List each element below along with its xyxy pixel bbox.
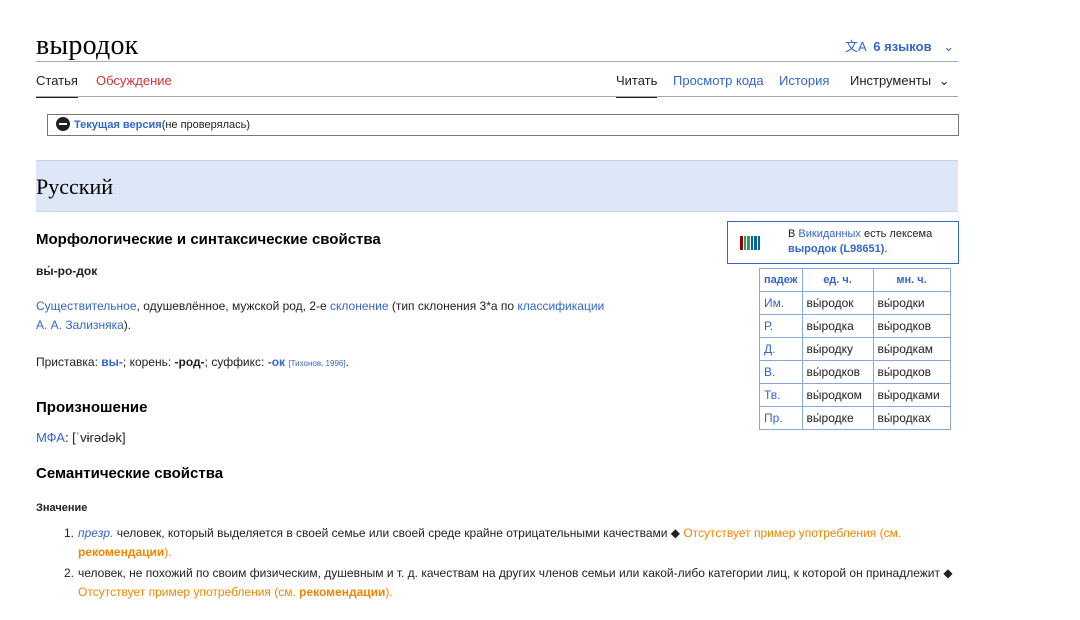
table-cell: вы́родки [872,291,951,315]
morpheme-line: Приставка: вы-; корень: -род-; суффикс: … [36,355,349,369]
tab-article[interactable]: Статья [36,74,78,98]
header-singular[interactable]: ед. ч. [801,268,874,292]
semantic-heading: Семантические свойства [36,465,224,482]
table-cell: вы́родках [872,406,951,430]
list-item: 1. презр. человек, который выделяется в … [64,526,902,559]
morphology-description: Существительное, одушевлённое, мужской р… [36,299,605,332]
wikidata-link[interactable]: Викиданных [798,228,861,240]
missing-example-link[interactable]: Отсутствует пример употребления (см. [78,585,299,599]
pos-link[interactable]: Существительное [36,299,137,313]
meanings-list: 1. презр. человек, который выделяется в … [36,524,966,602]
table-row: Д. вы́родку вы́родкам [759,337,951,361]
page-tabs: Статья Обсуждение Читать Просмотр кода И… [36,74,958,98]
ipa-line: МФА: [ˈvɨrədək] [36,428,126,447]
minus-circle-icon [56,117,70,132]
table-row: Пр. вы́родке вы́родках [759,406,951,430]
tab-discussion[interactable]: Обсуждение [96,74,172,96]
translate-icon: 文A [845,39,867,54]
table-cell: вы́родков [872,314,951,338]
source-link[interactable]: [Тихонов, 1996] [288,359,345,368]
table-header-row: падеж ед. ч. мн. ч. [759,268,951,292]
table-row: Им. вы́родок вы́родки [759,291,951,315]
table-cell: вы́родке [801,406,874,430]
meaning-heading: Значение [36,502,88,514]
declension-link[interactable]: склонение [330,299,389,313]
case-link[interactable]: В. [759,360,803,384]
tools-label: Инструменты [850,73,932,88]
version-box: Текущая версия(не проверялась) [47,114,959,136]
table-row: Тв. вы́родком вы́родками [759,383,951,407]
wikidata-barcode-icon [740,236,764,250]
declension-table: падеж ед. ч. мн. ч. Им. вы́родок вы́родк… [759,268,951,430]
header-case[interactable]: падеж [759,268,803,292]
table-row: В. вы́родков вы́родков [759,360,951,384]
table-row: Р. вы́родка вы́родков [759,314,951,338]
table-cell: вы́родков [872,360,951,384]
zaliznyak-link[interactable]: А. А. Зализняка [36,318,124,332]
table-cell: вы́родков [801,360,874,384]
recommendations-link[interactable]: рекомендации [78,545,164,559]
label-link[interactable]: презр. [78,526,113,540]
ipa-value: : [ˈvɨrədək] [64,430,126,445]
suffix-link[interactable]: -ок [268,355,285,369]
languages-button[interactable]: 文A 6 языков ⌄ [845,36,954,55]
chevron-down-icon: ⌄ [938,73,950,88]
lexeme-link[interactable]: выродок (L98651) [788,243,884,255]
root: -род- [174,355,205,369]
tab-tools[interactable]: Инструменты ⌄ [850,74,950,96]
case-link[interactable]: Им. [759,291,803,315]
version-status: (не проверялась) [161,119,251,131]
table-cell: вы́родком [801,383,874,407]
language-header: Русский [36,160,958,212]
chevron-down-icon: ⌄ [943,39,955,54]
classification-link[interactable]: классификации [517,299,604,313]
list-item: 2. человек, не похожий по своим физическ… [64,566,953,599]
pronunciation-heading: Произношение [36,399,148,416]
tab-history[interactable]: История [779,74,829,96]
recommendations-link[interactable]: рекомендации [299,585,385,599]
wikidata-box: В Викиданных есть лексема выродок (L9865… [727,221,959,264]
table-cell: вы́родку [801,337,874,361]
case-link[interactable]: Р. [759,314,803,338]
case-link[interactable]: Тв. [759,383,803,407]
tabs-divider [36,96,958,97]
wikidata-lexeme: выродок (L98651). [788,243,888,255]
tab-view-source[interactable]: Просмотр кода [673,74,764,96]
case-link[interactable]: Д. [759,337,803,361]
header-plural[interactable]: мн. ч. [872,268,951,292]
title-divider [36,61,958,62]
wikidata-text: В Викиданных есть лексема [788,228,933,240]
missing-example-link[interactable]: Отсутствует пример употребления (см. [683,526,901,540]
language-heading: Русский [36,174,113,199]
current-version-link[interactable]: Текущая версия [74,119,162,131]
table-cell: вы́родкам [872,337,951,361]
morphology-heading: Морфологические и синтаксические свойств… [36,231,381,248]
case-link[interactable]: Пр. [759,406,803,430]
page-title: выродок [36,30,139,61]
table-cell: вы́родок [801,291,874,315]
prefix-link[interactable]: вы- [101,355,123,369]
languages-label: 6 языков [873,39,932,54]
ipa-link[interactable]: МФА [36,430,65,445]
table-cell: вы́родками [872,383,951,407]
tab-read[interactable]: Читать [616,74,658,98]
table-cell: вы́родка [801,314,874,338]
syllables: вы́-ро-док [36,264,98,278]
